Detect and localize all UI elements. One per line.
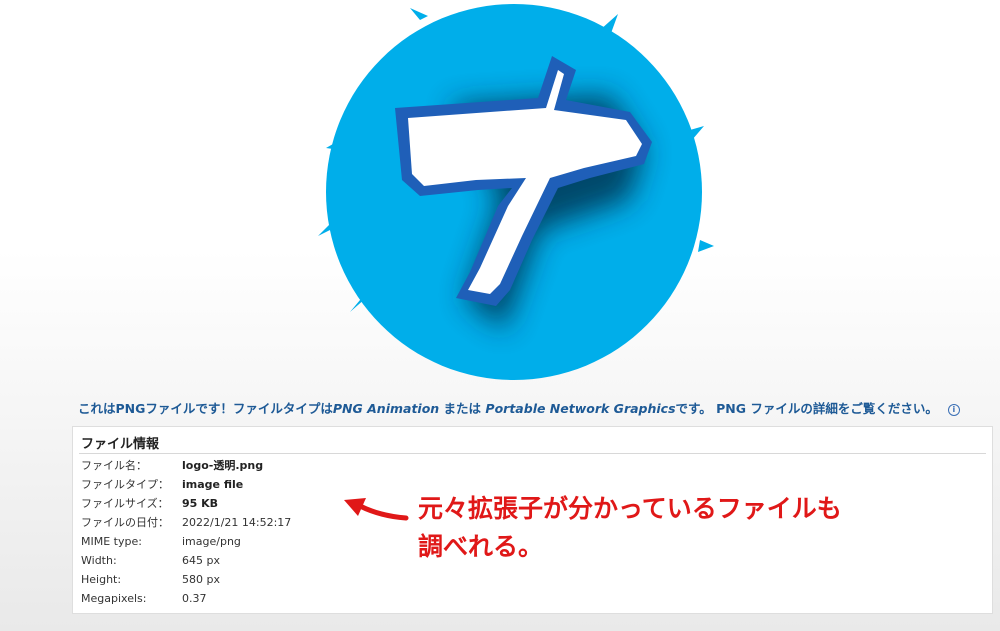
row-key: ファイルの日付：: [81, 516, 169, 529]
row-value: 580 px: [182, 573, 220, 586]
row-key: ファイルサイズ：: [81, 497, 169, 510]
panel-title: ファイル情報: [81, 437, 160, 452]
row-key: ファイル名：: [81, 459, 147, 472]
row-value: 95 KB: [182, 497, 219, 510]
file-type-info-line: これはPNGファイルです！ファイルタイプはPNG Animation または P…: [78, 398, 960, 417]
row-value: logo-透明.png: [182, 459, 264, 472]
annotation-line-1: 元々拡張子が分かっているファイルも: [418, 494, 842, 523]
row-key: ファイルタイプ：: [81, 478, 169, 491]
png-animation-link[interactable]: PNG Animation: [333, 401, 439, 416]
row-value: 0.37: [182, 592, 207, 605]
info-text-2: または: [439, 401, 486, 416]
info-text-3[interactable]: です。 PNG ファイルの詳細をご覧ください。: [676, 401, 938, 416]
row-value: image/png: [182, 535, 241, 548]
info-text-1: これはPNGファイルです！ファイルタイプは: [78, 401, 333, 416]
row-value: 2022/1/21 14:52:17: [182, 516, 292, 529]
row-value: image file: [182, 478, 244, 491]
panel-divider: [79, 453, 986, 454]
annotation-text: 元々拡張子が分かっているファイルも 調べれる。: [418, 490, 842, 566]
info-icon[interactable]: i: [947, 404, 960, 416]
row-value: 645 px: [182, 554, 220, 567]
annotation-line-2: 調べれる。: [418, 532, 544, 561]
row-key: Megapixels:: [81, 592, 147, 605]
row-key: MIME type:: [81, 535, 142, 548]
red-arrow-icon: [344, 498, 409, 521]
logo-image: [300, 0, 720, 392]
row-key: Width:: [81, 554, 117, 567]
portable-network-graphics-link[interactable]: Portable Network Graphics: [485, 401, 675, 416]
row-key: Height:: [81, 573, 122, 586]
